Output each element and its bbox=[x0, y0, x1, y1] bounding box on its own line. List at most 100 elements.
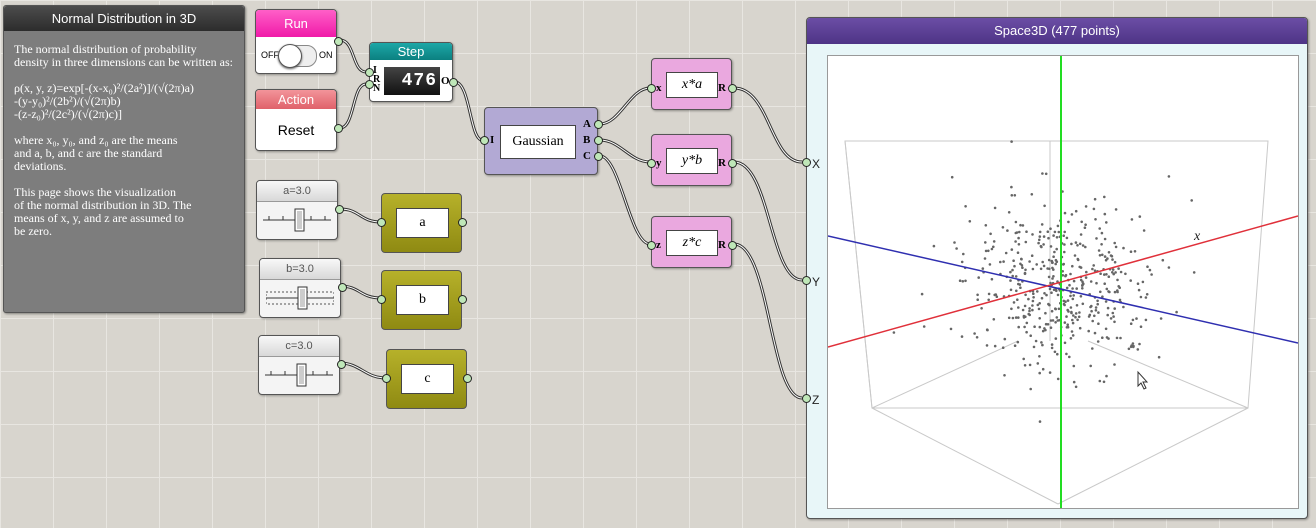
expr-z-output-port[interactable] bbox=[728, 241, 737, 250]
variable-c-input-port[interactable] bbox=[382, 374, 391, 383]
slider-b-output-port[interactable] bbox=[338, 283, 347, 292]
data-point bbox=[1144, 318, 1148, 322]
data-point bbox=[1101, 253, 1104, 257]
expr-y-input-port[interactable] bbox=[647, 159, 656, 168]
expr-z-formula[interactable]: z*c bbox=[666, 230, 718, 256]
slider-a-output-port[interactable] bbox=[335, 205, 344, 214]
expr-x-output-port[interactable] bbox=[728, 84, 737, 93]
space3d-canvas[interactable]: x bbox=[827, 56, 1299, 508]
step-input-port-r[interactable] bbox=[365, 80, 374, 89]
variable-b-output-port[interactable] bbox=[458, 295, 467, 304]
data-point bbox=[1056, 293, 1060, 297]
data-point bbox=[1066, 323, 1069, 327]
expr-y-output-port[interactable] bbox=[728, 159, 737, 168]
variable-c-output-port[interactable] bbox=[463, 374, 472, 383]
data-point bbox=[1078, 311, 1081, 314]
run-output-port[interactable] bbox=[334, 37, 343, 46]
data-point bbox=[1103, 255, 1107, 258]
data-point bbox=[1023, 325, 1026, 329]
variable-a-output-port[interactable] bbox=[458, 218, 467, 227]
data-point bbox=[1091, 347, 1094, 350]
space3d-input-z-label: Z bbox=[812, 393, 820, 407]
space3d-input-port-y[interactable] bbox=[802, 276, 811, 285]
data-point bbox=[1017, 306, 1020, 309]
step-output-port[interactable] bbox=[449, 78, 458, 87]
data-point bbox=[1105, 273, 1108, 276]
gaussian-output-port-c[interactable] bbox=[594, 152, 603, 161]
data-point bbox=[1112, 315, 1115, 318]
step-input-port-i[interactable] bbox=[365, 68, 374, 77]
data-point bbox=[1046, 230, 1050, 233]
data-point bbox=[958, 279, 962, 282]
gaussian-output-a: A bbox=[583, 118, 591, 130]
data-point bbox=[1075, 304, 1079, 307]
data-point bbox=[1124, 272, 1127, 276]
run-toggle[interactable]: OFF ON bbox=[259, 44, 333, 68]
data-point bbox=[1091, 319, 1094, 323]
expr-y-formula[interactable]: y*b bbox=[666, 148, 718, 174]
data-point bbox=[984, 224, 988, 227]
data-point bbox=[1069, 294, 1072, 298]
slider-c[interactable]: c=3.0 bbox=[258, 335, 346, 395]
expr-x-input-port[interactable] bbox=[647, 84, 656, 93]
data-point bbox=[1009, 288, 1013, 292]
slider-b-track[interactable] bbox=[266, 286, 334, 310]
data-point bbox=[1031, 233, 1034, 236]
data-point bbox=[1135, 317, 1138, 320]
data-point bbox=[1055, 247, 1058, 251]
data-point bbox=[1019, 223, 1022, 227]
data-point bbox=[1042, 243, 1045, 246]
data-point bbox=[1087, 329, 1090, 333]
data-point bbox=[1093, 331, 1097, 335]
slider-c-track[interactable] bbox=[265, 363, 333, 387]
data-point bbox=[1095, 237, 1098, 240]
data-point bbox=[1032, 292, 1035, 295]
data-point bbox=[1019, 286, 1022, 289]
reset-button[interactable]: Reset bbox=[256, 112, 336, 148]
space3d-input-y-label: Y bbox=[812, 275, 821, 289]
variable-b-input-port[interactable] bbox=[377, 295, 386, 304]
data-point bbox=[1132, 344, 1135, 348]
variable-a-input-port[interactable] bbox=[377, 218, 386, 227]
data-point bbox=[977, 276, 980, 279]
space3d-input-port-x[interactable] bbox=[802, 158, 811, 167]
slider-b-label: b=3.0 bbox=[260, 259, 340, 280]
data-point bbox=[1063, 303, 1066, 307]
data-point bbox=[1074, 315, 1077, 319]
data-point bbox=[1053, 350, 1057, 354]
data-point bbox=[1146, 265, 1149, 268]
data-point bbox=[1072, 294, 1075, 297]
data-point bbox=[1038, 238, 1041, 242]
data-point bbox=[1096, 302, 1099, 306]
slider-a[interactable]: a=3.0 bbox=[256, 180, 344, 240]
data-point bbox=[1079, 266, 1083, 269]
data-point bbox=[1040, 296, 1044, 300]
gaussian-output-port-a[interactable] bbox=[594, 120, 603, 129]
data-point bbox=[1122, 305, 1125, 309]
slider-c-output-port[interactable] bbox=[337, 360, 346, 369]
data-point bbox=[1113, 363, 1116, 366]
data-point bbox=[1105, 374, 1108, 378]
action-title: Action bbox=[256, 90, 336, 109]
data-point bbox=[1131, 318, 1135, 322]
space3d-input-port-z[interactable] bbox=[802, 394, 811, 403]
expr-x-formula[interactable]: x*a bbox=[666, 72, 718, 98]
space3d-viewport[interactable]: x bbox=[827, 55, 1299, 509]
data-point bbox=[987, 298, 990, 302]
data-point bbox=[1055, 260, 1059, 263]
expr-z-output-label: R bbox=[718, 239, 726, 251]
data-point bbox=[1041, 367, 1045, 371]
expr-z-input-port[interactable] bbox=[647, 241, 656, 250]
data-point bbox=[1065, 286, 1069, 290]
gaussian-output-port-b[interactable] bbox=[594, 136, 603, 145]
slider-b[interactable]: b=3.0 bbox=[259, 258, 347, 318]
data-point bbox=[932, 244, 936, 248]
data-point bbox=[1113, 307, 1116, 310]
slider-a-track[interactable] bbox=[263, 208, 331, 232]
gaussian-input-port[interactable] bbox=[480, 136, 489, 145]
data-point bbox=[1011, 274, 1014, 278]
data-point bbox=[1071, 264, 1074, 268]
data-point bbox=[1041, 260, 1044, 264]
data-point bbox=[1103, 282, 1106, 285]
action-output-port[interactable] bbox=[334, 124, 343, 133]
